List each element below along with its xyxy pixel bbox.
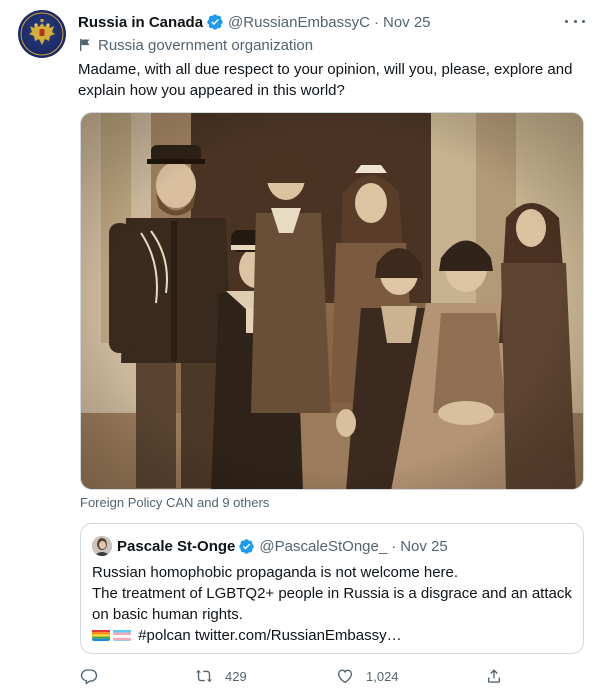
coat-of-arms-icon	[20, 12, 64, 56]
like-count: 1,024	[366, 668, 399, 684]
retweet-icon	[196, 669, 212, 683]
reply-button[interactable]	[80, 664, 110, 688]
reply-icon	[80, 669, 98, 685]
share-button[interactable]	[485, 664, 515, 688]
like-button[interactable]: 1,024	[336, 664, 399, 688]
tagged-users-link[interactable]: Foreign Policy CAN and 9 others	[80, 495, 269, 511]
action-bar: 429 1,024	[80, 664, 510, 688]
quoted-text: Russian homophobic propaganda is not wel…	[92, 562, 577, 646]
separator: ·	[391, 537, 397, 555]
quoted-handle[interactable]: @PascaleStOnge_	[259, 538, 387, 555]
separator: ·	[373, 13, 379, 31]
verified-badge-icon	[207, 14, 223, 30]
avatar[interactable]	[18, 10, 66, 58]
rainbow-flag-icon	[92, 628, 110, 641]
quoted-line-1: Russian homophobic propaganda is not wel…	[92, 564, 459, 581]
timestamp[interactable]: Nov 25	[383, 14, 431, 31]
quoted-timestamp[interactable]: Nov 25	[400, 538, 448, 555]
verified-badge-icon	[239, 538, 255, 554]
sepia-group-portrait-image	[81, 113, 583, 489]
quoted-line-2: The treatment of LGBTQ2+ people in Russi…	[92, 585, 572, 623]
quoted-header: Pascale St-Onge @PascaleStOnge_ · Nov 25	[117, 536, 448, 556]
flag-icon	[80, 39, 90, 51]
quoted-display-name[interactable]: Pascale St-Onge	[117, 538, 235, 555]
affiliation-label: Russia government organization	[78, 35, 313, 55]
tweet[interactable]: Russia in Canada @RussianEmbassyC · Nov …	[0, 0, 598, 688]
transgender-flag-icon	[113, 628, 131, 641]
person-photo-icon	[92, 536, 112, 556]
tweet-text: Madame, with all due respect to your opi…	[78, 61, 573, 99]
tweet-header: Russia in Canada @RussianEmbassyC · Nov …	[78, 11, 431, 33]
tweet-photo[interactable]	[80, 112, 584, 490]
display-name[interactable]: Russia in Canada	[78, 14, 203, 31]
retweet-button[interactable]: 429	[195, 664, 247, 688]
heart-icon	[337, 669, 353, 684]
quoted-line-3: #polcan twitter.com/RussianEmbassy…	[92, 625, 577, 646]
share-icon	[488, 669, 500, 683]
quoted-tweet[interactable]: Pascale St-Onge @PascaleStOnge_ · Nov 25…	[80, 523, 584, 654]
retweet-count: 429	[225, 668, 247, 684]
more-options-icon[interactable]	[565, 13, 585, 29]
quoted-hashtag-link[interactable]: #polcan twitter.com/RussianEmbassy…	[138, 627, 401, 644]
affiliation-text: Russia government organization	[98, 36, 314, 54]
quoted-avatar[interactable]	[92, 536, 112, 556]
handle[interactable]: @RussianEmbassyC	[228, 14, 370, 31]
